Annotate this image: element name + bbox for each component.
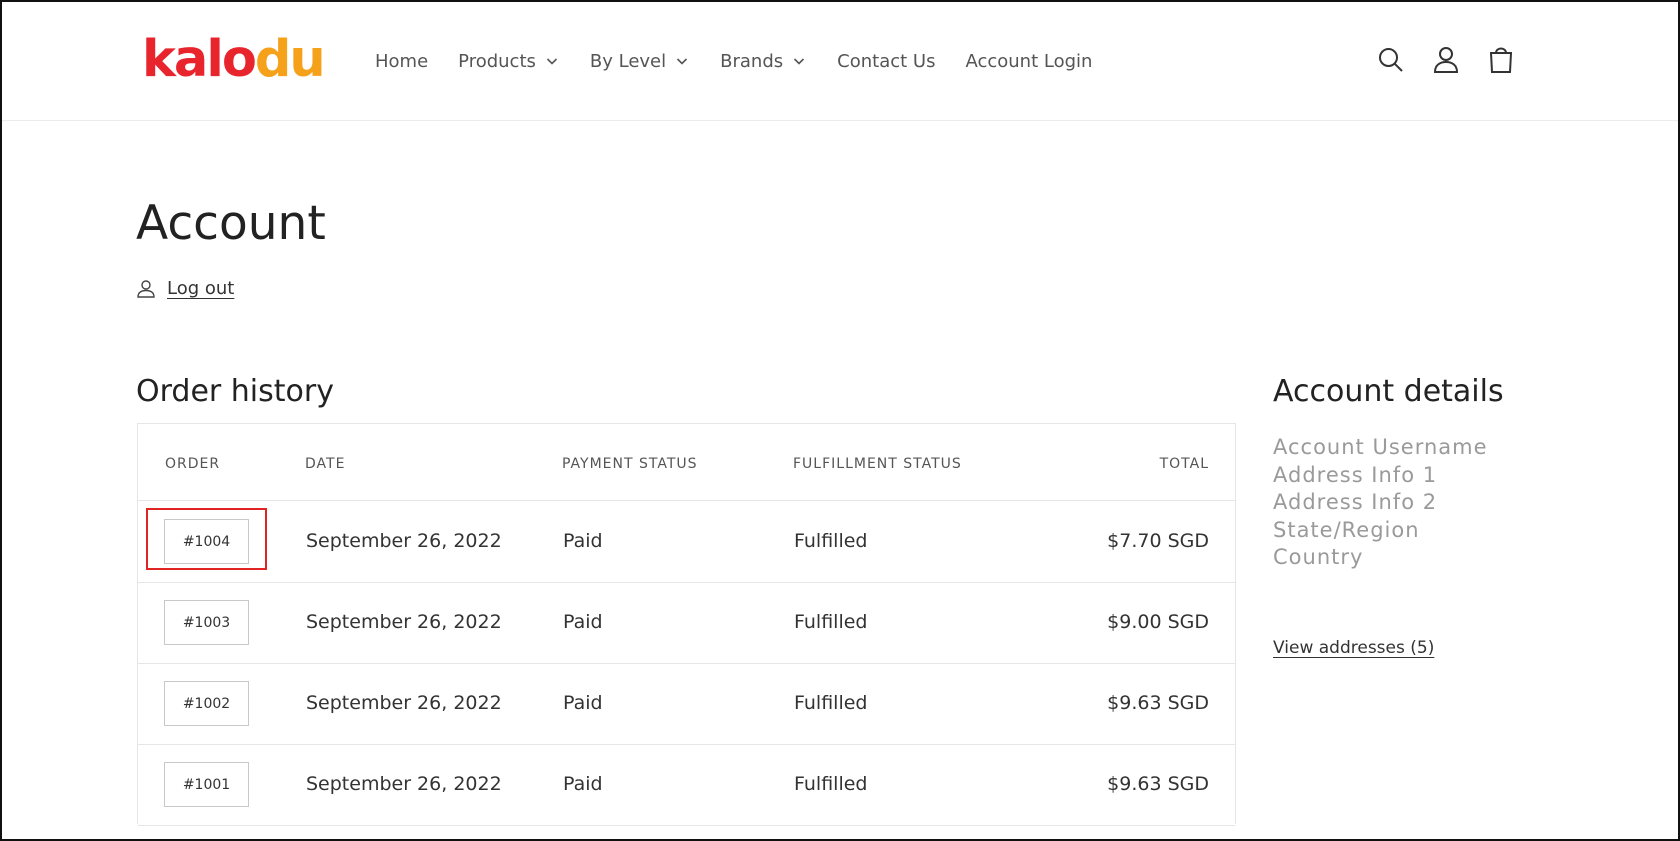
chevron-down-icon	[674, 53, 690, 69]
order-total: $9.63 SGD	[1107, 692, 1209, 714]
nav-item-brands[interactable]: Brands	[720, 51, 807, 72]
chevron-down-icon	[544, 53, 560, 69]
chevron-down-icon	[791, 53, 807, 69]
order-number-button[interactable]: #1002	[164, 681, 249, 726]
nav-item-label: By Level	[589, 50, 667, 72]
logo-letter: k	[142, 30, 176, 89]
account-detail-line: Address Info 2	[1273, 490, 1438, 514]
main-nav: Home Products By Level Brands Contact Us Acco…	[375, 46, 1122, 76]
order-number-button[interactable]: #1004	[164, 519, 249, 564]
nav-item-label: Account Login	[965, 50, 1093, 72]
order-history-table: ORDER DATE PAYMENT STATUS FULFILLMENT ST…	[137, 423, 1236, 826]
order-date: September 26, 2022	[306, 692, 502, 714]
account-detail-line: Address Info 1	[1273, 462, 1438, 487]
order-total: $9.63 SGD	[1107, 773, 1209, 795]
nav-item-by-level[interactable]: By Level	[590, 51, 690, 72]
nav-item-home[interactable]: Home	[375, 51, 428, 72]
payment-status: Paid	[563, 611, 603, 633]
site-header: kalodu Home Products By Level Brands Contact…	[2, 2, 1678, 121]
logo-letter: d	[254, 30, 291, 89]
account-detail-line: State/Region	[1273, 517, 1420, 542]
order-total: $9.00 SGD	[1107, 611, 1209, 633]
account-detail-line: Country	[1273, 545, 1364, 569]
nav-item-label: Contact Us	[837, 50, 936, 72]
cart-icon[interactable]	[1486, 44, 1516, 76]
user-icon	[137, 279, 155, 298]
account-icon[interactable]	[1431, 44, 1461, 76]
order-total: $7.70 SGD	[1107, 530, 1209, 552]
table-row: #1004 September 26, 2022 Paid Fulfilled $7.7…	[138, 501, 1235, 583]
search-icon[interactable]	[1376, 44, 1406, 76]
fulfillment-status: Fulfilled	[794, 530, 868, 552]
nav-item-label: Products	[458, 50, 536, 72]
account-details: Account Username Address Info 1 Address In…	[1273, 434, 1488, 572]
header-fulfillment-status: FULFILLMENT STATUS	[793, 456, 962, 472]
header-icons	[1376, 44, 1541, 76]
order-date: September 26, 2022	[306, 773, 502, 795]
nav-item-label: Home	[375, 50, 429, 72]
account-detail-line: Account Username	[1273, 435, 1488, 459]
table-row: #1001 September 26, 2022 Paid Fulfilled $9.6…	[138, 744, 1235, 826]
table-header: ORDER DATE PAYMENT STATUS FULFILLMENT ST…	[138, 424, 1235, 501]
order-date: September 26, 2022	[306, 611, 502, 633]
order-number-button[interactable]: #1003	[164, 600, 249, 645]
nav-item-label: Brands	[720, 50, 784, 72]
header-order: ORDER	[165, 456, 221, 472]
kalodu-logo[interactable]: kalodu	[142, 30, 326, 90]
logo-letter: o	[221, 30, 257, 89]
nav-item-account-login[interactable]: Account Login	[965, 51, 1092, 72]
payment-status: Paid	[563, 530, 603, 552]
order-date: September 26, 2022	[306, 530, 502, 552]
order-history-title: Order history	[136, 374, 334, 409]
payment-status: Paid	[563, 773, 603, 795]
header-date: DATE	[305, 456, 346, 472]
nav-item-contact-us[interactable]: Contact Us	[837, 51, 935, 72]
table-row: #1003 September 26, 2022 Paid Fulfilled $9.0…	[138, 582, 1235, 664]
order-number-button[interactable]: #1001	[164, 762, 249, 807]
payment-status: Paid	[563, 692, 603, 714]
logout-label: Log out	[167, 278, 235, 299]
logout-link[interactable]: Log out	[136, 278, 234, 299]
logo-letter: a	[173, 30, 208, 89]
header-payment-status: PAYMENT STATUS	[562, 456, 698, 472]
header-total: TOTAL	[1159, 456, 1209, 472]
nav-item-products[interactable]: Products	[458, 51, 560, 72]
page-title: Account	[136, 196, 326, 251]
fulfillment-status: Fulfilled	[794, 611, 868, 633]
logo-letter: l	[206, 30, 224, 89]
fulfillment-status: Fulfilled	[794, 773, 868, 795]
table-row: #1002 September 26, 2022 Paid Fulfilled $9.6…	[138, 663, 1235, 745]
view-addresses-link[interactable]: View addresses (5)	[1273, 638, 1434, 658]
fulfillment-status: Fulfilled	[794, 692, 868, 714]
logo-letter: u	[289, 30, 325, 89]
account-details-title: Account details	[1273, 374, 1504, 409]
